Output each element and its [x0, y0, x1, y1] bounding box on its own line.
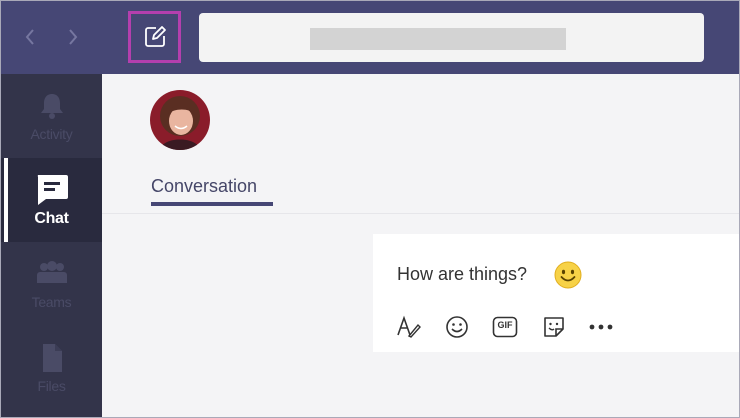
- emoji-icon: [446, 316, 468, 338]
- more-icon: [589, 324, 613, 330]
- rail-label-files: Files: [37, 378, 66, 394]
- more-options-button[interactable]: [587, 314, 615, 340]
- rail-item-activity[interactable]: Activity: [1, 74, 102, 158]
- format-icon: [397, 315, 421, 338]
- app-rail: Activity Chat Teams Files: [1, 74, 102, 417]
- format-button[interactable]: [395, 314, 423, 340]
- search-input[interactable]: [199, 13, 704, 62]
- tab-conversation[interactable]: Conversation: [151, 176, 257, 197]
- gif-button[interactable]: GIF: [491, 314, 519, 340]
- search-placeholder-bar: [310, 28, 566, 50]
- rail-item-teams[interactable]: Teams: [1, 242, 102, 326]
- sticker-button[interactable]: [540, 314, 568, 340]
- rail-item-files[interactable]: Files: [1, 326, 102, 410]
- rail-label-activity: Activity: [30, 126, 73, 142]
- tab-active-underline: [151, 202, 273, 206]
- emoji-button[interactable]: [443, 314, 471, 340]
- message-text: How are things?: [397, 264, 528, 284]
- avatar[interactable]: [150, 90, 210, 150]
- title-bar: [1, 1, 739, 74]
- compose-icon: [144, 26, 166, 47]
- smiley-emoji: [554, 261, 582, 289]
- chat-icon: [34, 172, 70, 208]
- gif-label: GIF: [497, 320, 513, 330]
- header-divider: [102, 213, 739, 214]
- rail-label-teams: Teams: [31, 294, 72, 310]
- compose-box[interactable]: How are things? GIF: [373, 234, 739, 352]
- new-chat-button[interactable]: [128, 11, 181, 63]
- teams-window: Activity Chat Teams Files Conversation H…: [0, 0, 740, 418]
- bell-icon: [39, 88, 65, 124]
- sticker-icon: [544, 317, 564, 337]
- back-arrow-icon[interactable]: [18, 25, 42, 49]
- chat-pane: Conversation How are things? GIF: [102, 74, 739, 417]
- forward-arrow-icon[interactable]: [61, 25, 85, 49]
- active-indicator: [4, 158, 8, 242]
- file-icon: [40, 340, 64, 376]
- rail-item-chat[interactable]: Chat: [1, 158, 102, 242]
- rail-label-chat: Chat: [34, 210, 69, 227]
- teams-icon: [35, 256, 69, 292]
